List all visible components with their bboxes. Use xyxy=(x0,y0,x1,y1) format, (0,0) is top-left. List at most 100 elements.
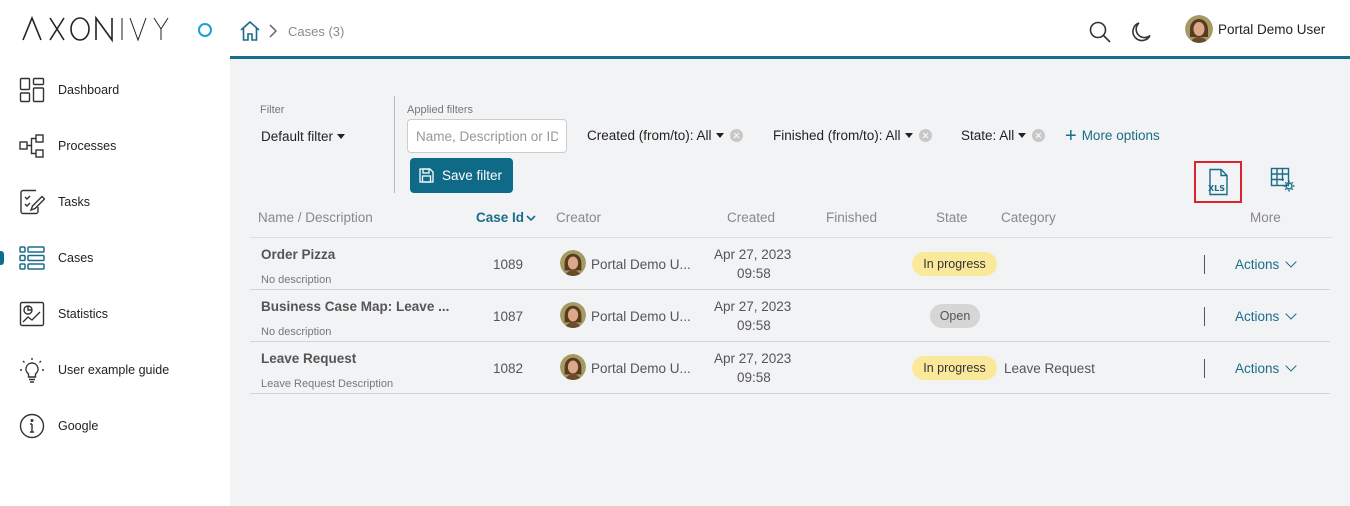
more-options-button[interactable]: + More options xyxy=(1065,124,1160,147)
column-header-more: More xyxy=(1250,210,1281,225)
sidebar-item-tasks[interactable]: Tasks xyxy=(0,182,230,222)
case-id: 1089 xyxy=(493,257,524,272)
column-header-created[interactable]: Created xyxy=(727,210,775,225)
export-xls-button[interactable]: XLS xyxy=(1194,161,1242,203)
sidebar-item-dashboard[interactable]: Dashboard xyxy=(0,70,230,110)
sidebar-item-google[interactable]: Google xyxy=(0,406,230,446)
main-content: Filter Default filter Applied filters Cr… xyxy=(230,62,1350,506)
clear-icon[interactable] xyxy=(729,129,743,142)
axonivy-logo-wordmark xyxy=(22,15,169,43)
sidebar-item-processes[interactable]: Processes xyxy=(0,126,230,166)
actions-divider xyxy=(1204,307,1205,326)
chevron-down-icon xyxy=(1285,360,1297,372)
logo-circle xyxy=(198,23,212,37)
dashboard-icon xyxy=(19,77,45,103)
xls-file-icon: XLS xyxy=(1208,168,1228,196)
case-name[interactable]: Order Pizza xyxy=(261,247,335,262)
actions-divider xyxy=(1204,359,1205,378)
case-description: No description xyxy=(261,274,332,286)
avatar xyxy=(560,302,586,328)
case-id-header-label: Case Id xyxy=(476,210,525,225)
actions-button[interactable]: Actions xyxy=(1235,308,1297,324)
created-filter-label: Created (from/to): All xyxy=(587,128,712,143)
caret-down-icon xyxy=(1018,133,1027,138)
created-date: Apr 27, 2023 xyxy=(714,351,792,366)
sidebar: Dashboard Processes Tasks Cases Statisti… xyxy=(0,0,230,506)
axonivy-logo[interactable] xyxy=(22,14,212,44)
sidebar-item-statistics[interactable]: Statistics xyxy=(0,294,230,334)
status-badge: In progress xyxy=(912,252,997,276)
sort-down-icon xyxy=(526,215,536,222)
actions-label: Actions xyxy=(1235,257,1280,272)
sidebar-item-label: Tasks xyxy=(58,195,90,209)
filter-label: Filter xyxy=(260,104,285,116)
column-header-state[interactable]: State xyxy=(936,210,968,225)
column-header-name[interactable]: Name / Description xyxy=(258,210,373,225)
sidebar-item-label: User example guide xyxy=(58,363,170,377)
sidebar-item-cases[interactable]: Cases xyxy=(0,238,230,278)
avatar[interactable] xyxy=(1185,15,1213,43)
avatar xyxy=(560,250,586,276)
sidebar-item-label: Cases xyxy=(58,251,94,265)
table-row[interactable]: Order Pizza No description 1089 Portal D… xyxy=(250,238,1330,290)
info-icon xyxy=(19,413,45,439)
case-description: Leave Request Description xyxy=(261,378,394,390)
caret-down-icon xyxy=(715,133,724,138)
actions-divider xyxy=(1204,255,1205,274)
case-creator: Portal Demo U... xyxy=(591,257,691,272)
moon-icon[interactable] xyxy=(1130,20,1154,44)
case-id: 1087 xyxy=(493,309,524,324)
status-badge: Open xyxy=(930,304,980,328)
breadcrumb[interactable]: Cases (3) xyxy=(288,24,344,39)
created-filter-chip[interactable]: Created (from/to): All xyxy=(587,128,743,143)
case-creator: Portal Demo U... xyxy=(591,361,691,376)
actions-button[interactable]: Actions xyxy=(1235,360,1297,376)
table-row[interactable]: Leave Request Leave Request Description … xyxy=(250,342,1330,394)
chevron-down-icon xyxy=(1285,308,1297,320)
plus-icon: + xyxy=(1065,124,1077,147)
more-options-label: More options xyxy=(1081,128,1160,143)
applied-filters-label: Applied filters xyxy=(407,104,474,116)
actions-label: Actions xyxy=(1235,309,1280,324)
caret-down-icon xyxy=(904,133,913,138)
column-header-finished[interactable]: Finished xyxy=(826,210,877,225)
user-name[interactable]: Portal Demo User xyxy=(1218,22,1325,37)
actions-label: Actions xyxy=(1235,361,1280,376)
clear-icon[interactable] xyxy=(1032,129,1046,142)
column-header-creator[interactable]: Creator xyxy=(556,210,601,225)
created-time: 09:58 xyxy=(737,318,771,333)
case-name[interactable]: Business Case Map: Leave ... xyxy=(261,299,449,314)
clear-icon[interactable] xyxy=(918,129,932,142)
case-id: 1082 xyxy=(493,361,524,376)
search-input[interactable] xyxy=(407,119,567,153)
case-description: No description xyxy=(261,326,332,338)
case-name[interactable]: Leave Request xyxy=(261,351,356,366)
finished-filter-label: Finished (from/to): All xyxy=(773,128,901,143)
top-header: Cases (3) Portal Demo User xyxy=(230,0,1350,59)
lightbulb-icon xyxy=(20,358,44,383)
column-header-case-id[interactable]: Case Id xyxy=(476,210,536,225)
state-filter-chip[interactable]: State: All xyxy=(961,128,1046,143)
default-filter-dropdown[interactable]: Default filter xyxy=(261,129,346,144)
sidebar-item-label: Statistics xyxy=(58,307,109,321)
sidebar-item-user-example-guide[interactable]: User example guide xyxy=(0,350,230,390)
column-header-category[interactable]: Category xyxy=(1001,210,1056,225)
actions-button[interactable]: Actions xyxy=(1235,256,1297,272)
table-settings-icon[interactable] xyxy=(1270,167,1296,193)
table-row[interactable]: Business Case Map: Leave ... No descript… xyxy=(250,290,1330,342)
cases-icon xyxy=(19,246,45,270)
save-filter-button[interactable]: Save filter xyxy=(410,158,513,193)
chevron-down-icon xyxy=(1285,256,1297,268)
created-date: Apr 27, 2023 xyxy=(714,247,792,262)
created-time: 09:58 xyxy=(737,370,771,385)
search-icon[interactable] xyxy=(1088,20,1112,44)
avatar xyxy=(560,354,586,380)
finished-filter-chip[interactable]: Finished (from/to): All xyxy=(773,128,932,143)
home-icon[interactable] xyxy=(239,20,261,42)
caret-down-icon xyxy=(337,134,346,139)
created-date: Apr 27, 2023 xyxy=(714,299,792,314)
save-filter-label: Save filter xyxy=(442,168,503,183)
created-time: 09:58 xyxy=(737,266,771,281)
filter-divider xyxy=(394,96,395,193)
default-filter-label: Default filter xyxy=(261,129,334,144)
